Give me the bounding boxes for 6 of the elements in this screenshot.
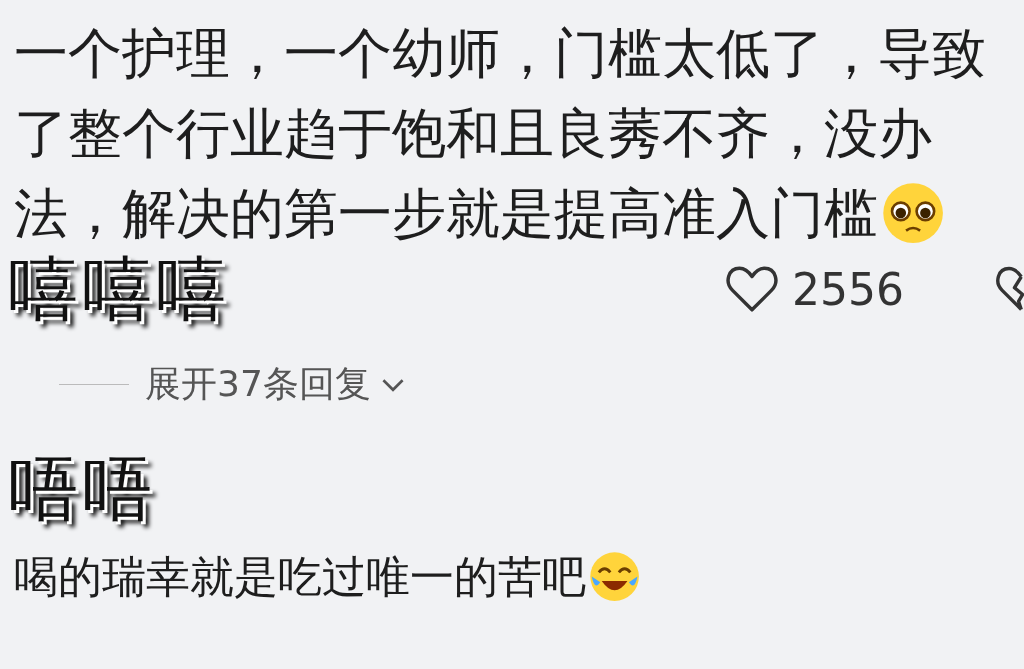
sticker-text: 唔唔 [7, 449, 157, 529]
comment-text: 喝的瑞幸就是吃过唯一的苦吧 [14, 547, 1024, 607]
like-button[interactable]: 2556 [724, 263, 904, 315]
heart-icon [724, 264, 780, 314]
expand-replies-link[interactable]: 展开37条回复 [145, 360, 405, 409]
chevron-down-icon [380, 376, 405, 393]
